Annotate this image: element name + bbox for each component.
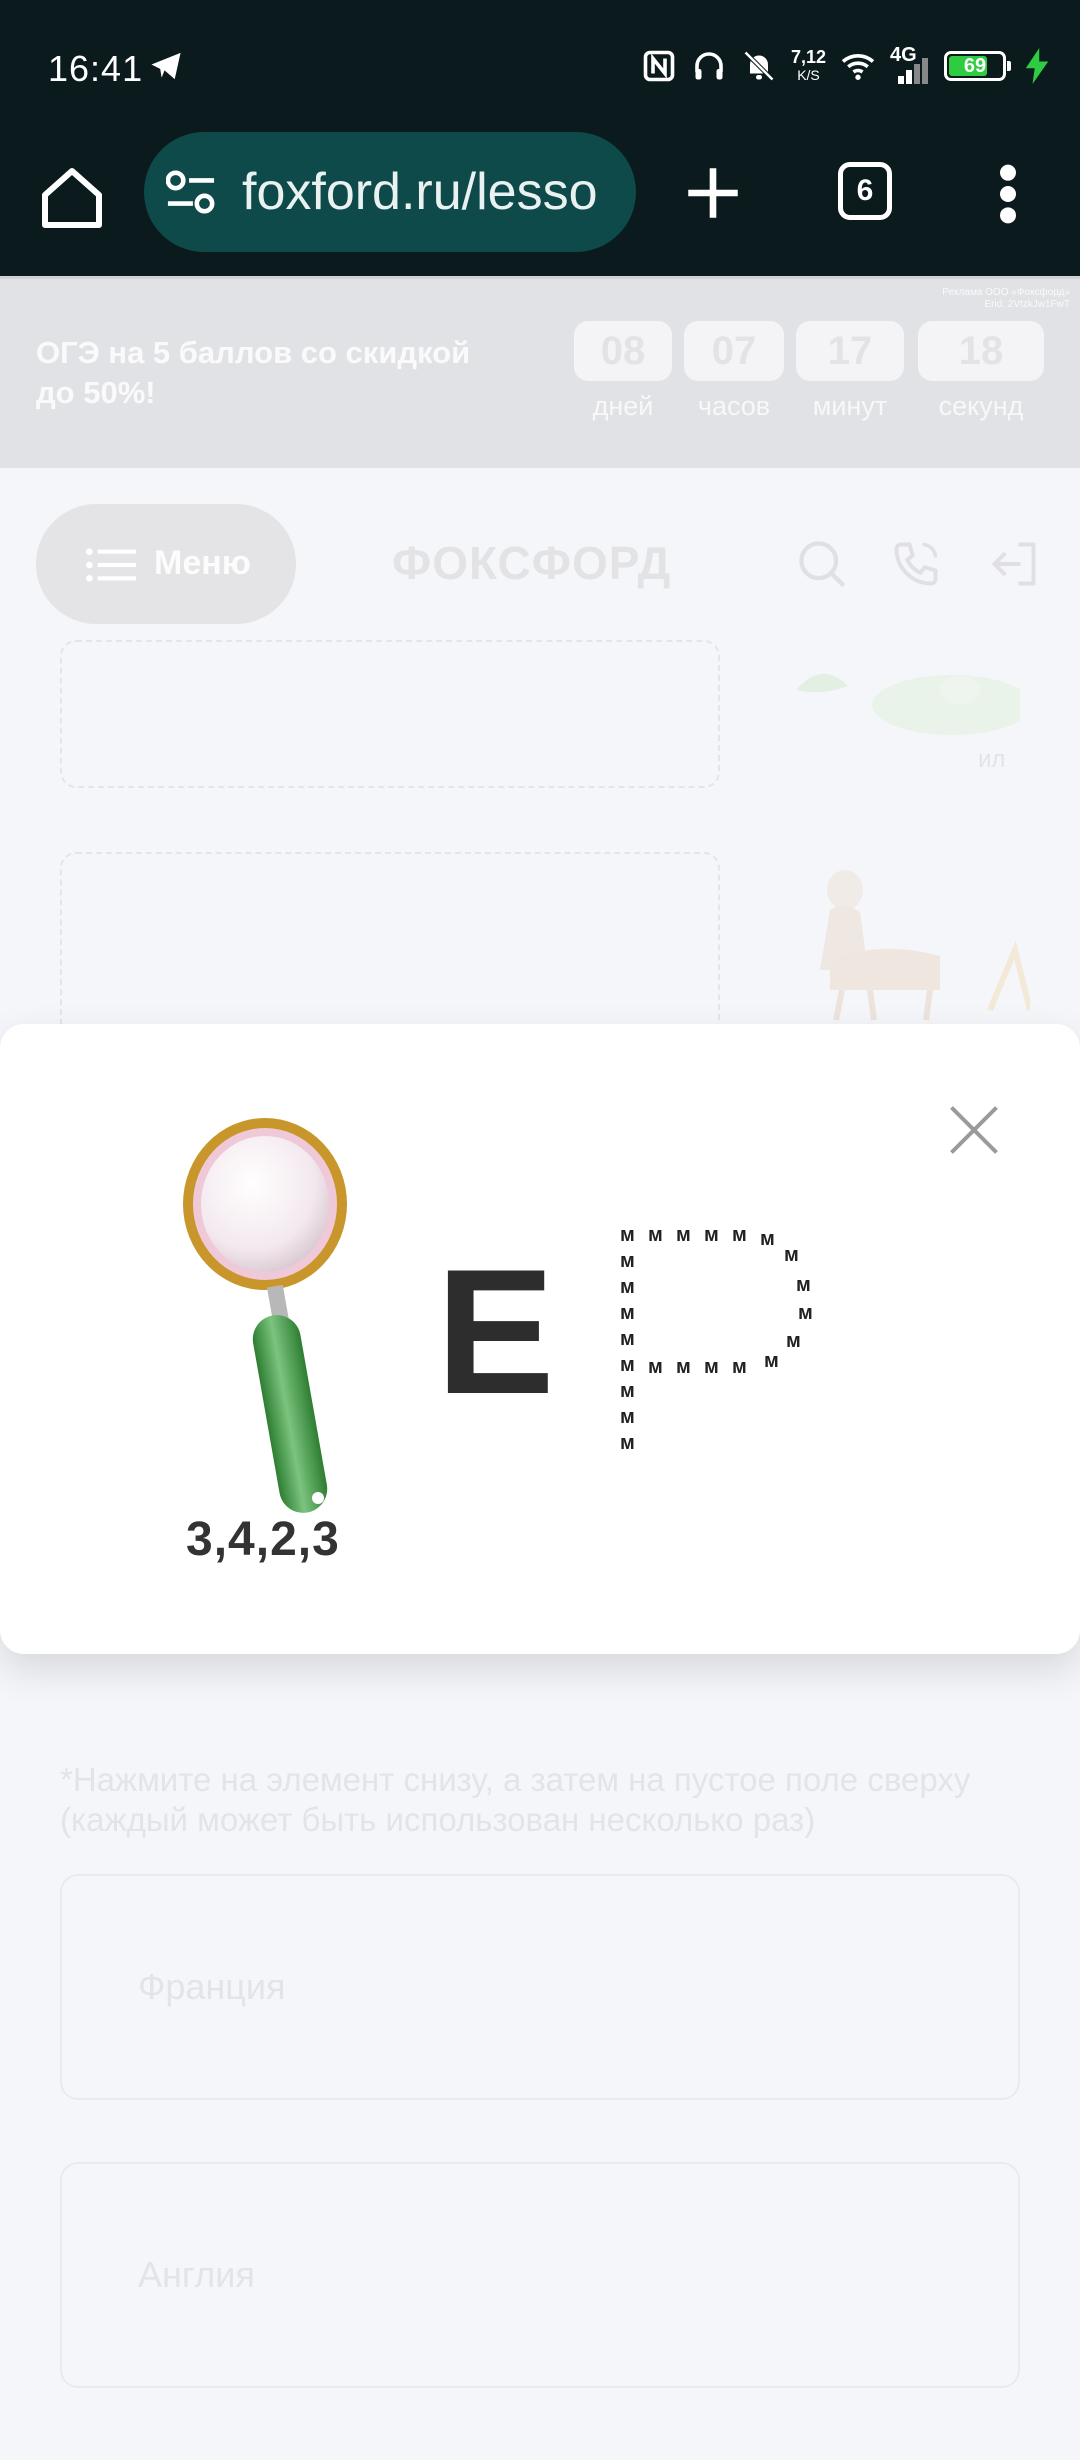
timer-value: 07: [684, 321, 784, 381]
timer-minutes: 17 минут: [796, 321, 904, 422]
net-speed-value: 7,12: [790, 47, 826, 67]
rebus-small-letter: м: [760, 1228, 775, 1250]
promo-text: ОГЭ на 5 баллов со скидкой до 50%!: [36, 335, 471, 410]
timer-label: минут: [812, 391, 888, 421]
headphones-icon: [695, 52, 723, 80]
task-image-frog: [796, 673, 1020, 735]
instruction-hint: *Нажмите на элемент снизу, а затем на пу…: [60, 1761, 971, 1838]
net-speed-unit: K/S: [797, 67, 820, 83]
drop-zone[interactable]: [60, 852, 720, 1052]
rebus-small-letter: м: [796, 1274, 811, 1296]
timer-seconds: 18 секунд: [918, 321, 1044, 422]
home-icon[interactable]: [36, 162, 108, 234]
answer-option-england[interactable]: Англия: [60, 2162, 1020, 2388]
login-icon[interactable]: [988, 538, 1040, 590]
timer-days: 08 дней: [574, 321, 672, 422]
menu-label: Меню: [154, 544, 251, 582]
rebus-small-letter: м: [620, 1406, 635, 1428]
option-label: Англия: [138, 2254, 255, 2295]
cell-signal: 4G: [890, 44, 930, 84]
site-settings-icon[interactable]: [166, 170, 216, 214]
promo-legal: Реклама ООО «Фоксфорд» Erid: 2VtzkJw1FwT: [942, 287, 1070, 311]
rebus-numbers: 3,4,2,3: [186, 1513, 340, 1566]
promo-legal-erid: Erid: 2VtzkJw1FwT: [984, 299, 1070, 310]
status-icons: 7,12 K/S 4G 69: [641, 44, 1050, 88]
more-options-icon[interactable]: [988, 162, 1028, 226]
drop-zone[interactable]: [60, 640, 720, 788]
telegram-icon: [151, 52, 181, 80]
net-speed: 7,12 K/S: [791, 48, 826, 84]
rebus-modal: 3,4,2,3 Е ммммммммммммммммммммммм: [0, 1024, 1080, 1654]
timer-hours: 07 часов: [684, 321, 784, 422]
rebus-small-letter: м: [620, 1302, 635, 1324]
timer-label: дней: [592, 391, 654, 421]
battery-indicator: 69: [944, 51, 1011, 81]
side-label: ил: [978, 746, 1006, 773]
rebus-small-letter: м: [620, 1224, 635, 1246]
rebus-small-letter: м: [648, 1356, 663, 1378]
timer-label: часов: [697, 391, 771, 421]
address-bar[interactable]: foxford.ru/lesso: [144, 132, 636, 252]
status-bar: 16:41 7,12 K/S 4G 69: [0, 0, 1080, 132]
task-image-centaur: [820, 870, 1030, 1021]
rebus-small-letter: м: [676, 1356, 691, 1378]
promo-legal-line: Реклама ООО «Фоксфорд»: [942, 287, 1070, 298]
rebus-small-letter: м: [704, 1224, 719, 1246]
rebus-small-letter: м: [620, 1328, 635, 1350]
rebus-small-letter: м: [620, 1432, 635, 1454]
rebus-small-letter: м: [786, 1330, 801, 1352]
rebus-small-letter: м: [620, 1354, 635, 1376]
wifi-icon: [841, 54, 875, 80]
site-logo[interactable]: ФОКСФОРД: [392, 536, 671, 590]
magnifier-icon: [183, 1118, 347, 1513]
rebus-small-letter: м: [676, 1224, 691, 1246]
rebus-small-letter: м: [784, 1244, 799, 1266]
promo-banner[interactable]: ОГЭ на 5 баллов со скидкой до 50%! Рекла…: [0, 276, 1080, 468]
tab-switcher-button[interactable]: 6: [838, 162, 892, 220]
rebus-small-letter: м: [732, 1356, 747, 1378]
rebus-small-letter: м: [620, 1380, 635, 1402]
site-header: Меню ФОКСФОРД: [0, 468, 1080, 660]
menu-icon: [86, 548, 136, 582]
browser-toolbar: foxford.ru/lesso 6: [0, 132, 1080, 276]
phone-icon[interactable]: [890, 538, 942, 590]
nfc-icon: [643, 50, 675, 82]
timer-value: 17: [796, 321, 904, 381]
option-label: Франция: [138, 1966, 286, 2007]
rebus-small-letter: м: [704, 1356, 719, 1378]
rebus-letter: Е: [436, 1232, 555, 1431]
rebus-small-letter: м: [798, 1302, 813, 1324]
battery-level: 69: [963, 55, 987, 77]
timer-value: 08: [574, 321, 672, 381]
timer-label: секунд: [938, 391, 1024, 421]
status-time: 16:41: [48, 48, 144, 89]
rebus-small-letter: м: [620, 1276, 635, 1298]
rebus-small-letter: м: [620, 1250, 635, 1272]
search-icon[interactable]: [796, 538, 848, 590]
rebus-small-letter: м: [764, 1350, 779, 1372]
rebus-small-letter: м: [648, 1224, 663, 1246]
close-icon[interactable]: [944, 1100, 1004, 1160]
rebus-small-letter: м: [732, 1224, 747, 1246]
answer-option-france[interactable]: Франция: [60, 1874, 1020, 2100]
bell-muted-icon: [743, 50, 775, 82]
timer-value: 18: [918, 321, 1044, 381]
new-tab-icon[interactable]: [680, 160, 746, 226]
menu-button[interactable]: Меню: [36, 504, 296, 624]
signal-bars-icon: [898, 58, 928, 84]
charging-icon: [1025, 48, 1049, 84]
url-text: foxford.ru/lesso: [242, 163, 598, 221]
